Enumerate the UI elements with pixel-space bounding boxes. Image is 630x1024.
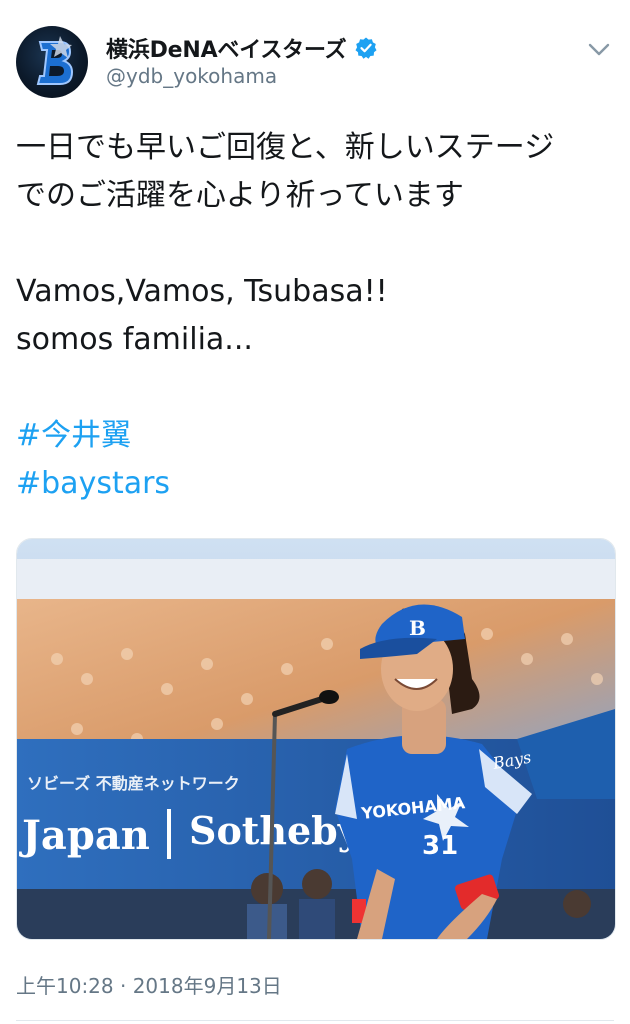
tweet-text: 一日でも早いご回復と、新しいステージ でのご活躍を心より祈っています Vamos… [16,124,616,508]
tweet-text-line: somos familia... [16,322,253,357]
tweet-photo[interactable]: ソビーズ 不動産ネットワーク Japan Sotheby YOKOHAMA 31… [16,538,616,940]
hashtag-link[interactable]: #baystars [16,460,616,508]
avatar[interactable] [16,26,88,98]
tweet-text-line: でのご活躍を心より祈っています [16,178,464,213]
baseball-player-photo: ソビーズ 不動産ネットワーク Japan Sotheby YOKOHAMA 31… [17,539,615,939]
banner-text-top: ソビーズ 不動産ネットワーク [27,774,240,793]
author-name-row[interactable]: 横浜DeNAベイスターズ [106,32,378,64]
chevron-down-icon[interactable] [584,34,614,64]
svg-text:B: B [409,616,426,640]
tweet-text-line: Vamos,Vamos, Tsubasa!! [16,274,388,309]
jersey-number: 31 [422,831,458,861]
verified-badge-icon [355,37,377,59]
banner-text-japan: Japan [19,812,150,859]
divider [16,1020,614,1021]
hashtag-link[interactable]: #今井翼 [16,412,616,460]
author-display-name[interactable]: 横浜DeNAベイスターズ [106,32,347,64]
tweet-text-line: 一日でも早いご回復と、新しいステージ [16,130,555,165]
baystars-b-logo-icon [36,36,74,85]
tweet-timestamp[interactable]: 上午10:28 · 2018年9月13日 [16,970,282,999]
banner-text-sotheby: Sotheby [189,808,361,853]
author-handle[interactable]: @ydb_yokohama [106,64,277,88]
